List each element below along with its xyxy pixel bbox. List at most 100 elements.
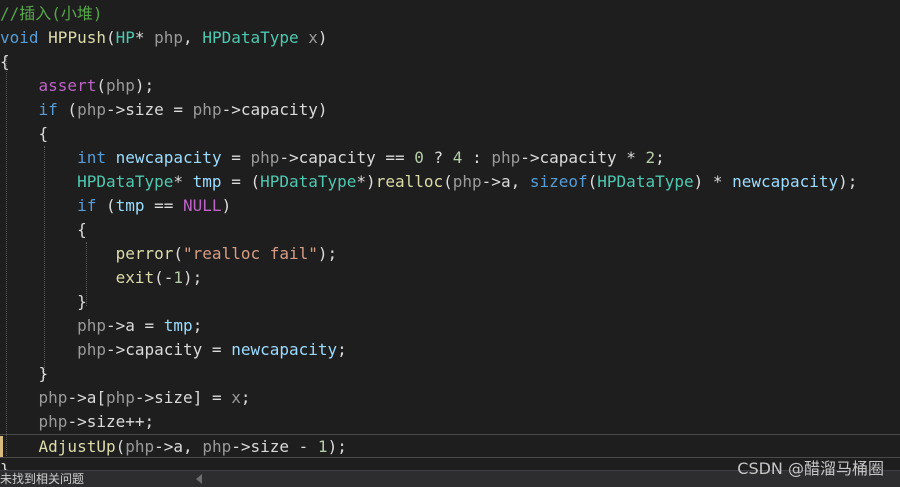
code-token: } xyxy=(0,460,10,470)
code-token: ); xyxy=(327,437,347,456)
code-line[interactable]: php->capacity = newcapacity; xyxy=(0,338,900,362)
code-token: ( xyxy=(173,244,184,263)
code-line[interactable]: assert(php); xyxy=(0,74,900,98)
code-token: = xyxy=(202,340,232,359)
scroll-left-arrow-icon[interactable] xyxy=(196,474,202,484)
code-token: 4 xyxy=(452,148,463,167)
code-token: = xyxy=(221,148,251,167)
code-token: capacity xyxy=(125,340,203,359)
code-token: -> xyxy=(105,340,126,359)
code-line[interactable]: int newcapacity = php->capacity == 0 ? 4… xyxy=(0,146,900,170)
code-line[interactable]: perror("realloc fail"); xyxy=(0,242,900,266)
code-token: php xyxy=(77,340,106,359)
code-token: size xyxy=(250,437,290,456)
code-token: php xyxy=(38,412,68,431)
code-token: , xyxy=(510,172,530,191)
code-line[interactable]: void HPPush(HP* php, HPDataType x) xyxy=(0,26,900,50)
code-token: HP xyxy=(115,28,135,47)
code-token: if xyxy=(77,196,97,215)
code-token: 1 xyxy=(317,437,328,456)
code-token: ; xyxy=(655,148,665,167)
code-token: ) xyxy=(317,28,328,47)
code-token: php xyxy=(192,100,222,119)
code-line[interactable]: { xyxy=(0,218,900,242)
code-token: 2 xyxy=(645,148,656,167)
code-token: AdjustUp xyxy=(38,437,116,456)
code-line[interactable]: { xyxy=(0,122,900,146)
code-line[interactable]: } xyxy=(0,362,900,386)
code-token: ) xyxy=(221,196,232,215)
code-token: ( xyxy=(96,196,116,215)
code-token: * xyxy=(173,172,193,191)
code-token: HPDataType xyxy=(202,28,299,47)
code-token: a xyxy=(86,388,97,407)
code-token: HPDataType xyxy=(597,172,694,191)
code-token: int xyxy=(77,148,106,167)
code-token: ; xyxy=(192,316,203,335)
code-token: php xyxy=(202,437,232,456)
code-token: ; xyxy=(337,340,347,359)
code-token: == xyxy=(144,196,184,215)
code-token: assert xyxy=(38,76,97,95)
code-token: -> xyxy=(231,437,251,456)
code-token: tmp xyxy=(115,196,145,215)
code-line[interactable]: if (php->size = php->capacity) xyxy=(0,98,900,122)
code-line[interactable]: } xyxy=(0,290,900,314)
code-token: ) * xyxy=(693,172,733,191)
code-token: -> xyxy=(105,100,126,119)
code-editor[interactable]: //插入(小堆) void HPPush(HP* php, HPDataType … xyxy=(0,0,900,470)
code-token: size xyxy=(125,100,164,119)
code-token: ++; xyxy=(125,412,155,431)
code-line[interactable]: if (tmp == NULL) xyxy=(0,194,900,218)
code-line[interactable]: exit(-1); xyxy=(0,266,900,290)
code-line[interactable]: //插入(小堆) xyxy=(0,2,900,26)
code-token: NULL xyxy=(183,196,222,215)
code-token: x xyxy=(308,28,318,47)
code-token: x xyxy=(231,388,241,407)
code-token: ( xyxy=(57,100,78,119)
code-token: HPDataType xyxy=(77,172,174,191)
code-token: * xyxy=(616,148,646,167)
code-token: *) xyxy=(356,172,376,191)
code-token: = ( xyxy=(221,172,261,191)
code-token: ); xyxy=(317,244,338,263)
code-token: capacity xyxy=(298,148,376,167)
code-token: -> xyxy=(481,172,501,191)
code-token: ( xyxy=(587,172,598,191)
code-token: -> xyxy=(67,388,87,407)
code-token: ( xyxy=(96,76,106,95)
code-token: -> xyxy=(520,148,540,167)
code-token: php xyxy=(77,100,106,119)
code-token: == xyxy=(375,148,415,167)
code-token: newcapacity xyxy=(231,340,338,359)
code-token: * xyxy=(134,28,155,47)
code-token: ] = xyxy=(192,388,232,407)
code-token: -> xyxy=(134,388,155,407)
code-token: sizeof xyxy=(529,172,588,191)
code-line[interactable]: php->a[php->size] = x; xyxy=(0,386,900,410)
code-token: newcapacity xyxy=(732,172,839,191)
code-line[interactable]: php->a = tmp; xyxy=(0,314,900,338)
code-token: ? xyxy=(423,148,453,167)
code-line[interactable]: HPDataType* tmp = (HPDataType*)realloc(p… xyxy=(0,170,900,194)
code-token: : xyxy=(462,148,492,167)
code-token: php xyxy=(125,437,155,456)
code-token: realloc xyxy=(375,172,444,191)
code-token: - xyxy=(289,437,318,456)
code-token: [ xyxy=(96,388,106,407)
code-token: , xyxy=(183,28,203,47)
code-token: 0 xyxy=(414,148,424,167)
code-line[interactable]: php->size++; xyxy=(0,410,900,434)
code-line[interactable]: { xyxy=(0,50,900,74)
